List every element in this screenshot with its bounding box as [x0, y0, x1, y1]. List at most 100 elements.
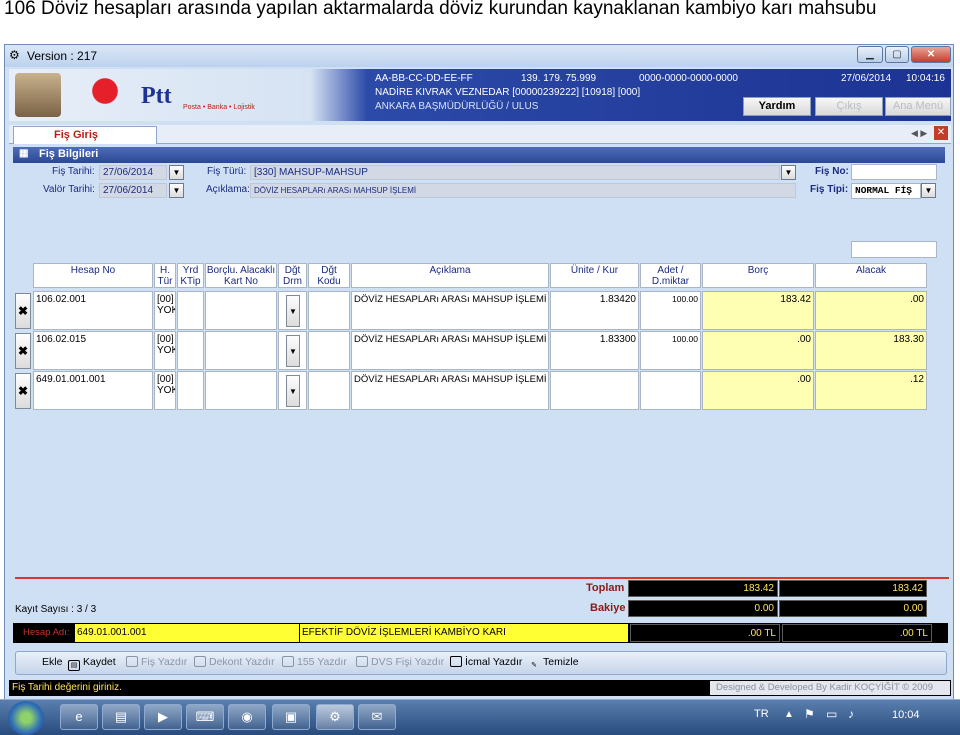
tab-nav-icon[interactable]: ◀ ▶ — [911, 128, 927, 139]
exit-button[interactable]: Çıkış — [815, 97, 883, 116]
fis-turu-dropdown-icon[interactable]: ▼ — [781, 165, 796, 180]
main-menu-button[interactable]: Ana Menü — [885, 97, 951, 116]
cell-borc[interactable]: .00 — [702, 331, 814, 370]
window-titlebar[interactable]: ⚙ Version : 217 ▁ ▢ ✕ — [5, 45, 953, 67]
cell-alacak[interactable]: 183.30 — [815, 331, 927, 370]
fis-tarihi-field[interactable]: 27/06/2014 — [99, 165, 167, 180]
user-info: NADİRE KIVRAK VEZNEDAR [00000239222] [10… — [375, 87, 641, 98]
cell-h-tur[interactable]: [00]YOK — [154, 331, 176, 370]
icmal-yazdir-button[interactable]: İcmal Yazdır — [450, 656, 522, 668]
media-player-icon[interactable]: ▶ — [144, 704, 182, 730]
dgt-drm-dropdown-icon[interactable]: ▼ — [286, 375, 300, 407]
dvs-fisi-yazdir-button[interactable]: DVS Fişi Yazdır — [356, 656, 444, 668]
folder-icon[interactable]: ▤ — [102, 704, 140, 730]
ekle-button[interactable]: Ekle — [42, 656, 62, 668]
yazdir-155-button[interactable]: 155 Yazdır — [282, 656, 347, 668]
dgt-drm-dropdown-icon[interactable]: ▼ — [286, 335, 300, 367]
col-header-borc[interactable]: Borç — [702, 263, 814, 288]
valor-tarihi-dropdown-icon[interactable]: ▼ — [169, 183, 184, 198]
col-header-adet[interactable]: Adet / D.miktar — [640, 263, 701, 288]
fis-turu-label: Fiş Türü: — [207, 166, 247, 177]
col-header-dgt-drm[interactable]: Dğt Drm — [278, 263, 307, 288]
valor-tarihi-field[interactable]: 27/06/2014 — [99, 183, 167, 198]
mac-address: AA-BB-CC-DD-EE-FF — [375, 73, 473, 84]
fis-tarihi-dropdown-icon[interactable]: ▼ — [169, 165, 184, 180]
language-indicator[interactable]: TR — [754, 708, 769, 720]
cell-dgt-kodu[interactable] — [308, 371, 350, 410]
fis-no-field[interactable] — [851, 164, 937, 180]
dekont-yazdir-button[interactable]: Dekont Yazdır — [194, 656, 275, 668]
cell-h-tur[interactable]: [00]YOK — [154, 291, 176, 330]
cell-unite-kur[interactable] — [550, 371, 639, 410]
cell-borc[interactable]: .00 — [702, 371, 814, 410]
cell-dgt-kodu[interactable] — [308, 331, 350, 370]
col-header-h-tur[interactable]: H. Tür — [154, 263, 176, 288]
fis-tipi-field[interactable]: NORMAL FİŞ — [851, 183, 921, 199]
cell-adet[interactable] — [640, 371, 701, 410]
ptt-app-taskbar-icon[interactable]: ⚙ — [316, 704, 354, 730]
cell-borc[interactable]: 183.42 — [702, 291, 814, 330]
cell-hesap-no[interactable]: 649.01.001.001 — [33, 371, 153, 410]
col-header-hesap-no[interactable]: Hesap No — [33, 263, 153, 288]
col-header-alacak[interactable]: Alacak — [815, 263, 927, 288]
col-header-yrd-ktip[interactable]: Yrd KTip — [177, 263, 204, 288]
cell-yrd-ktip[interactable] — [177, 291, 204, 330]
kaydet-button[interactable]: ▤ Kaydet — [68, 656, 116, 671]
aciklama-field[interactable]: DÖVİZ HESAPLARı ARASı MAHSUP İŞLEMİ — [250, 183, 796, 198]
cell-dgt-drm[interactable]: ▼ — [278, 371, 307, 410]
cell-h-tur[interactable]: [00]YOK — [154, 371, 176, 410]
mail-icon[interactable]: ✉ — [358, 704, 396, 730]
cell-unite-kur[interactable]: 1.83300 — [550, 331, 639, 370]
start-button-icon[interactable] — [8, 701, 44, 735]
cell-dgt-kodu[interactable] — [308, 291, 350, 330]
volume-icon[interactable]: ♪ — [848, 707, 854, 721]
portrait-image — [15, 73, 61, 117]
col-header-kart-no[interactable]: Borçlu. Alacaklı Kart No — [205, 263, 277, 288]
cell-alacak[interactable]: .00 — [815, 291, 927, 330]
hesap-adi-label: Hesap Adı: — [23, 627, 70, 638]
cell-aciklama[interactable]: DÖVİZ HESAPLARı ARASı MAHSUP İŞLEMİ — [351, 371, 549, 410]
temizle-button[interactable]: ✎ Temizle — [528, 656, 579, 672]
col-header-aciklama[interactable]: Açıklama — [351, 263, 549, 288]
chrome-icon[interactable]: ◉ — [228, 704, 266, 730]
fis-yazdir-button[interactable]: Fiş Yazdır — [126, 656, 187, 668]
network-icon[interactable]: ▭ — [826, 707, 837, 721]
cell-kart-no[interactable] — [205, 291, 277, 330]
cell-hesap-no[interactable]: 106.02.001 — [33, 291, 153, 330]
cell-unite-kur[interactable]: 1.83420 — [550, 291, 639, 330]
cell-yrd-ktip[interactable] — [177, 371, 204, 410]
close-icon[interactable]: ✕ — [911, 46, 951, 63]
tab-fis-giris[interactable]: Fiş Giriş — [13, 126, 157, 144]
cell-aciklama[interactable]: DÖVİZ HESAPLARı ARASı MAHSUP İŞLEMİ — [351, 331, 549, 370]
keyboard-icon[interactable]: ⌨ — [186, 704, 224, 730]
tray-arrow-icon[interactable]: ▲ — [784, 709, 794, 720]
dgt-drm-dropdown-icon[interactable]: ▼ — [286, 295, 300, 327]
cell-adet[interactable]: 100.00 — [640, 331, 701, 370]
delete-row-icon[interactable]: ✖ — [15, 333, 31, 369]
help-button[interactable]: Yardım — [743, 97, 811, 116]
clock[interactable]: 10:04 — [892, 709, 920, 721]
cell-kart-no[interactable] — [205, 371, 277, 410]
col-header-unite-kur[interactable]: Ünite / Kur — [550, 263, 639, 288]
cell-yrd-ktip[interactable] — [177, 331, 204, 370]
fis-turu-field[interactable]: [330] MAHSUP-MAHSUP — [250, 165, 780, 180]
cell-dgt-drm[interactable]: ▼ — [278, 331, 307, 370]
minimize-icon[interactable]: ▁ — [857, 46, 883, 63]
flag-icon[interactable]: ⚑ — [804, 707, 815, 721]
delete-row-icon[interactable]: ✖ — [15, 293, 31, 329]
grid-search-input[interactable] — [851, 241, 937, 258]
browser-icon[interactable]: e — [60, 704, 98, 730]
cell-dgt-drm[interactable]: ▼ — [278, 291, 307, 330]
col-header-dgt-kodu[interactable]: Dğt Kodu — [308, 263, 350, 288]
cell-kart-no[interactable] — [205, 331, 277, 370]
serial-number: 0000-0000-0000-0000 — [639, 73, 738, 84]
app-icon-w[interactable]: ▣ — [272, 704, 310, 730]
cell-aciklama[interactable]: DÖVİZ HESAPLARı ARASı MAHSUP İŞLEMİ — [351, 291, 549, 330]
tab-close-icon[interactable]: ✕ — [934, 126, 948, 140]
delete-row-icon[interactable]: ✖ — [15, 373, 31, 409]
cell-alacak[interactable]: .12 — [815, 371, 927, 410]
cell-hesap-no[interactable]: 106.02.015 — [33, 331, 153, 370]
maximize-icon[interactable]: ▢ — [885, 46, 909, 63]
fis-tipi-dropdown-icon[interactable]: ▼ — [921, 183, 936, 198]
cell-adet[interactable]: 100.00 — [640, 291, 701, 330]
